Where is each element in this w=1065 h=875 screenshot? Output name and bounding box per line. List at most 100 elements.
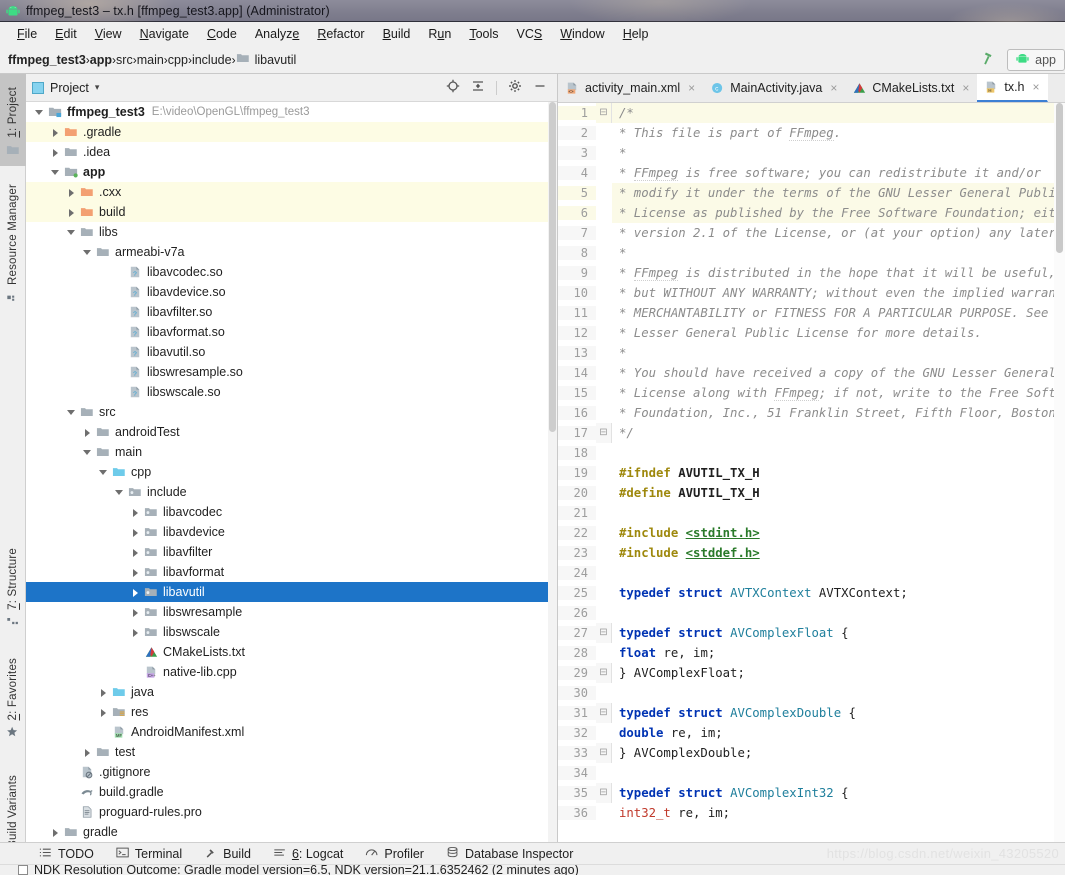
tool-window-tab-7-structure[interactable]: 7: Structure (0, 529, 26, 637)
project-tree[interactable]: ffmpeg_test3 E:\video\OpenGL\ffmpeg_test3… (26, 102, 557, 842)
code-line[interactable]: 24 (558, 563, 1065, 583)
tree-node-java[interactable]: java (26, 682, 557, 702)
menu-item-code[interactable]: Code (198, 25, 246, 43)
tree-node-native-lib-cpp[interactable]: C++ native-lib.cpp (26, 662, 557, 682)
menu-item-view[interactable]: View (86, 25, 131, 43)
code-line[interactable]: 31 ⊟ typedef struct AVComplexDouble { (558, 703, 1065, 723)
code-line[interactable]: 2 * This file is part of FFmpeg. (558, 123, 1065, 143)
status-checkbox-icon[interactable] (18, 865, 28, 875)
run-configuration-selector[interactable]: app (1007, 48, 1065, 71)
code-line[interactable]: 19 #ifndef AVUTIL_TX_H (558, 463, 1065, 483)
chevron-down-icon[interactable] (98, 467, 109, 478)
code-line[interactable]: 10 * but WITHOUT ANY WARRANTY; without e… (558, 283, 1065, 303)
menu-item-file[interactable]: File (8, 25, 46, 43)
editor-scrollbar[interactable] (1054, 103, 1065, 842)
code-line[interactable]: 27 ⊟ typedef struct AVComplexFloat { (558, 623, 1065, 643)
bottom-tab-todo[interactable]: TODO (28, 846, 105, 862)
chevron-right-icon[interactable] (66, 207, 77, 218)
fold-marker[interactable]: ⊟ (596, 663, 612, 683)
code-line[interactable]: 16 * Foundation, Inc., 51 Franklin Stree… (558, 403, 1065, 423)
code-line[interactable]: 12 * Lesser General Public License for m… (558, 323, 1065, 343)
breadcrumb-item-cpp[interactable]: cpp (168, 53, 188, 67)
bottom-tab-6-logcat[interactable]: 6: Logcat (262, 846, 354, 862)
tree-node-libavformat[interactable]: libavformat (26, 562, 557, 582)
menu-item-run[interactable]: Run (419, 25, 460, 43)
code-line[interactable]: 13 * (558, 343, 1065, 363)
chevron-right-icon[interactable] (130, 607, 141, 618)
tree-node-armeabi-v7a[interactable]: armeabi-v7a (26, 242, 557, 262)
tree-node-gradle[interactable]: .gradle (26, 122, 557, 142)
close-icon[interactable]: × (962, 81, 969, 95)
tree-node-include[interactable]: include (26, 482, 557, 502)
menu-item-navigate[interactable]: Navigate (131, 25, 198, 43)
fold-marker[interactable]: ⊟ (596, 783, 612, 803)
editor-tab-activity-main-xml[interactable]: <> activity_main.xml × (558, 74, 703, 102)
hide-icon[interactable] (533, 79, 547, 96)
tree-node-libavfilter-so[interactable]: ? libavfilter.so (26, 302, 557, 322)
code-line[interactable]: 4 * FFmpeg is free software; you can red… (558, 163, 1065, 183)
chevron-right-icon[interactable] (98, 687, 109, 698)
editor-tab-cmakelists-txt[interactable]: CMakeLists.txt × (845, 74, 977, 102)
tree-node-libswscale-so[interactable]: ? libswscale.so (26, 382, 557, 402)
chevron-right-icon[interactable] (130, 567, 141, 578)
bottom-tab-profiler[interactable]: Profiler (354, 846, 435, 862)
tree-node-app[interactable]: app (26, 162, 557, 182)
code-line[interactable]: 9 * FFmpeg is distributed in the hope th… (558, 263, 1065, 283)
code-line[interactable]: 26 (558, 603, 1065, 623)
chevron-right-icon[interactable] (130, 587, 141, 598)
tree-node-libavutil-so[interactable]: ? libavutil.so (26, 342, 557, 362)
tree-node-main[interactable]: main (26, 442, 557, 462)
chevron-down-icon[interactable] (50, 167, 61, 178)
code-line[interactable]: 17 ⊟ */ (558, 423, 1065, 443)
code-line[interactable]: 30 (558, 683, 1065, 703)
close-icon[interactable]: × (688, 81, 695, 95)
chevron-right-icon[interactable] (50, 127, 61, 138)
code-line[interactable]: 23 #include <stddef.h> (558, 543, 1065, 563)
chevron-down-icon[interactable] (66, 227, 77, 238)
tree-node-cxx[interactable]: .cxx (26, 182, 557, 202)
tree-node-cmakelists-txt[interactable]: CMakeLists.txt (26, 642, 557, 662)
chevron-down-icon[interactable]: ▾ (95, 82, 100, 93)
code-line[interactable]: 25 typedef struct AVTXContext AVTXContext… (558, 583, 1065, 603)
code-line[interactable]: 28 float re, im; (558, 643, 1065, 663)
code-line[interactable]: 21 (558, 503, 1065, 523)
menu-item-vcs[interactable]: VCS (508, 25, 552, 43)
menu-item-edit[interactable]: Edit (46, 25, 86, 43)
code-line[interactable]: 5 * modify it under the terms of the GNU… (558, 183, 1065, 203)
tree-node-libs[interactable]: libs (26, 222, 557, 242)
editor-tab-mainactivity-java[interactable]: c MainActivity.java × (703, 74, 845, 102)
tool-window-tab-resource-manager[interactable]: Resource Manager (0, 166, 26, 312)
hammer-icon[interactable] (976, 46, 1001, 74)
tree-node-libavfilter[interactable]: libavfilter (26, 542, 557, 562)
close-icon[interactable]: × (1033, 80, 1040, 94)
tree-node-libswscale[interactable]: libswscale (26, 622, 557, 642)
code-line[interactable]: 34 (558, 763, 1065, 783)
fold-marker[interactable]: ⊟ (596, 743, 612, 763)
chevron-right-icon[interactable] (130, 547, 141, 558)
breadcrumb-item-include[interactable]: include (192, 53, 232, 67)
breadcrumb-item-ffmpeg_test3[interactable]: ffmpeg_test3 (8, 53, 86, 67)
code-line[interactable]: 22 #include <stdint.h> (558, 523, 1065, 543)
locate-icon[interactable] (446, 79, 460, 96)
chevron-down-icon[interactable] (114, 487, 125, 498)
collapse-all-icon[interactable] (471, 79, 485, 96)
code-line[interactable]: 18 (558, 443, 1065, 463)
tree-node-androidmanifest-xml[interactable]: MF AndroidManifest.xml (26, 722, 557, 742)
chevron-right-icon[interactable] (98, 707, 109, 718)
tree-node-libavdevice[interactable]: libavdevice (26, 522, 557, 542)
chevron-right-icon[interactable] (82, 427, 93, 438)
chevron-down-icon[interactable] (82, 447, 93, 458)
chevron-down-icon[interactable] (82, 247, 93, 258)
close-icon[interactable]: × (830, 81, 837, 95)
tree-node-test[interactable]: test (26, 742, 557, 762)
chevron-right-icon[interactable] (130, 627, 141, 638)
chevron-down-icon[interactable] (34, 107, 45, 118)
breadcrumb-item-main[interactable]: main (137, 53, 164, 67)
code-line[interactable]: 32 double re, im; (558, 723, 1065, 743)
fold-marker[interactable]: ⊟ (596, 703, 612, 723)
code-line[interactable]: 6 * License as published by the Free Sof… (558, 203, 1065, 223)
chevron-right-icon[interactable] (50, 827, 61, 838)
chevron-right-icon[interactable] (130, 507, 141, 518)
menu-item-build[interactable]: Build (374, 25, 420, 43)
fold-marker[interactable]: ⊟ (596, 423, 612, 443)
